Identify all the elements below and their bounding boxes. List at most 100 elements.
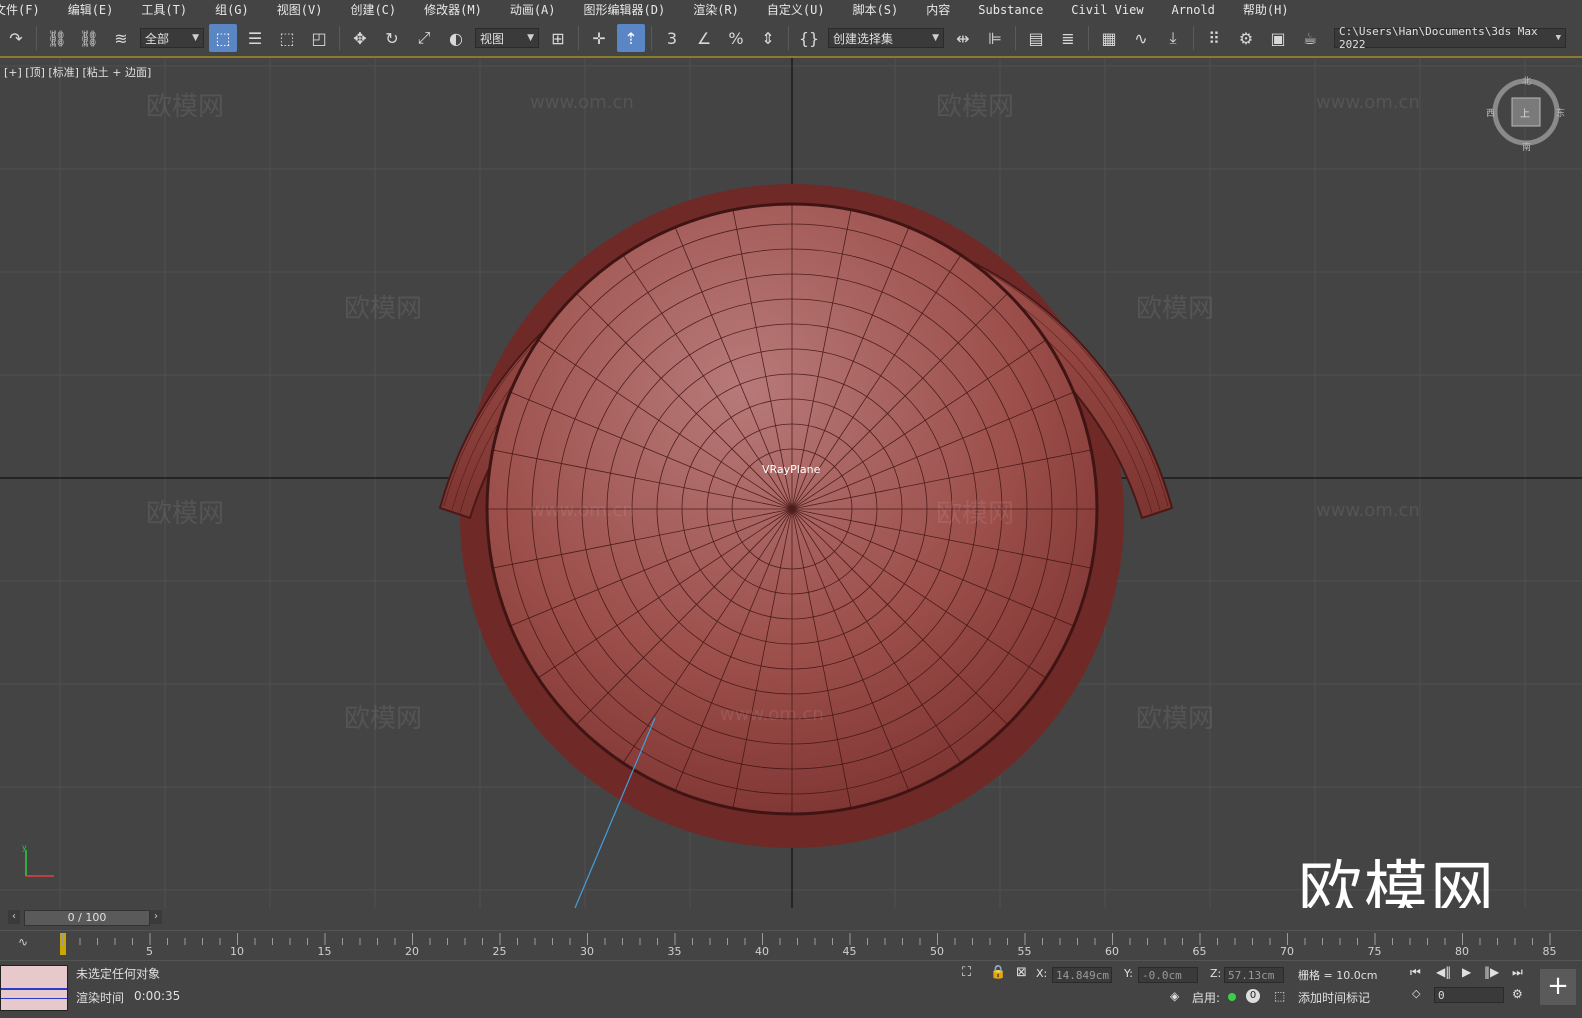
menu-item[interactable]: 视图(V)	[263, 0, 337, 20]
menu-item[interactable]: 文件(F)	[0, 0, 54, 20]
menu-item[interactable]: 帮助(H)	[1229, 0, 1303, 20]
prev-key-icon[interactable]: ◀‖	[1436, 965, 1451, 979]
tick-label: 5	[146, 945, 153, 958]
viewport-top[interactable]: y [+] [顶] [标准] [粘土 + 边面] 欧模网 www.om.cn 欧…	[0, 58, 1582, 908]
redo-icon[interactable]: ↷	[2, 24, 30, 52]
link-icon[interactable]: ⛓	[43, 24, 71, 52]
viewcube-west[interactable]: 西	[1486, 106, 1495, 119]
angle-snap-icon[interactable]: ∠	[690, 24, 718, 52]
spinner-snap-icon[interactable]: ⇕	[754, 24, 782, 52]
reference-coordinate-dropdown[interactable]: 视图 ▼	[475, 28, 539, 48]
viewcube-south[interactable]: 南	[1522, 140, 1531, 153]
render-icon[interactable]: ☕	[1296, 24, 1324, 52]
watermark: 欧模网	[146, 92, 225, 122]
place-icon[interactable]: ◐	[442, 24, 470, 52]
time-tag-icon[interactable]: ⬚	[1274, 989, 1285, 1003]
menu-item[interactable]: 组(G)	[201, 0, 263, 20]
project-path-dropdown[interactable]: C:\Users\Han\Documents\3ds Max 2022 ▼	[1334, 25, 1566, 51]
z-coordinate-field[interactable]: 57.13cm	[1224, 967, 1284, 983]
goto-end-icon[interactable]: ⏭	[1512, 965, 1523, 980]
next-frame-icon[interactable]: ›	[150, 910, 162, 924]
viewport-label[interactable]: [+] [顶] [标准] [粘土 + 边面]	[4, 64, 151, 80]
time-slider[interactable]: 0 / 100	[24, 910, 150, 926]
tick-label: 20	[405, 945, 419, 958]
keyboard-shortcut-override-icon[interactable]: ⇡	[617, 24, 645, 52]
isolate-selection-icon[interactable]: ⛶	[962, 965, 971, 980]
main-toolbar: ↷ ⛓ ⛓ ≋ 全部 ▼ ⬚ ☰ ⬚ ◰ ✥ ↻ ⤢ ◐ 视图 ▼ ⊞ ✛ ⇡ 3 …	[0, 20, 1582, 58]
menu-bar: 文件(F) 编辑(E) 工具(T) 组(G) 视图(V) 创建(C) 修改器(M) 动画(A)…	[0, 0, 1582, 20]
enable-count: 0	[1246, 989, 1260, 1003]
render-frame-icon[interactable]: ▣	[1264, 24, 1292, 52]
viewcube-north[interactable]: 北	[1522, 74, 1531, 87]
watermark: 欧模网	[1136, 704, 1215, 734]
menu-item[interactable]: 编辑(E)	[54, 0, 128, 20]
named-selection-placeholder: 创建选择集	[833, 31, 894, 46]
select-icon[interactable]: ⬚	[209, 24, 237, 52]
x-label: X:	[1036, 967, 1048, 980]
watermark: www.om.cn	[530, 92, 634, 113]
tick-label: 15	[317, 945, 332, 958]
y-coordinate-field[interactable]: -0.0cm	[1138, 967, 1198, 983]
lock-icon[interactable]: 🔒	[990, 965, 1006, 980]
select-manipulate-icon[interactable]: ✛	[585, 24, 613, 52]
menu-item[interactable]: 修改器(M)	[410, 0, 496, 20]
goto-start-icon[interactable]: ⏮	[1410, 965, 1421, 980]
curve-editor-icon[interactable]: ∿	[1127, 24, 1155, 52]
move-icon[interactable]: ✥	[346, 24, 374, 52]
selection-filter-dropdown[interactable]: 全部 ▼	[140, 28, 204, 48]
snap-3-icon[interactable]: 3	[658, 24, 686, 52]
scene-explorer-icon[interactable]: ▦	[1095, 24, 1123, 52]
track-bar[interactable]: ∿ 5 10 15 20 25 30 35 40 45 50 55 60 65 70 75 80 85	[0, 930, 1582, 961]
toolbar-divider	[339, 26, 340, 50]
menu-item[interactable]: 脚本(S)	[839, 0, 913, 20]
toolbar-divider	[1193, 26, 1194, 50]
mirror-icon[interactable]: ⇹	[949, 24, 977, 52]
render-setup-icon[interactable]: ⚙	[1232, 24, 1260, 52]
rect-region-icon[interactable]: ⬚	[273, 24, 301, 52]
menu-item[interactable]: 创建(C)	[336, 0, 410, 20]
menu-item[interactable]: Arnold	[1158, 0, 1229, 20]
window-crossing-icon[interactable]: ◰	[305, 24, 333, 52]
menu-item[interactable]: 渲染(R)	[679, 0, 753, 20]
maxscript-listener-mini[interactable]	[0, 965, 68, 1011]
ribbon-icon[interactable]: ≣	[1054, 24, 1082, 52]
menu-item[interactable]: 自定义(U)	[753, 0, 839, 20]
toolbar-divider	[651, 26, 652, 50]
lock-time-icon[interactable]: ◈	[1170, 989, 1179, 1003]
edit-named-selection-icon[interactable]: {}	[795, 24, 823, 52]
add-button[interactable]: +	[1540, 969, 1576, 1005]
pivot-center-icon[interactable]: ⊞	[544, 24, 572, 52]
scale-icon[interactable]: ⤢	[410, 24, 438, 52]
object-name-label[interactable]: VRayPlane	[762, 463, 820, 476]
rotate-icon[interactable]: ↻	[378, 24, 406, 52]
frame-spinner-icon[interactable]: ◇	[1412, 987, 1420, 1000]
current-frame-field[interactable]: 0	[1434, 987, 1504, 1003]
percent-snap-icon[interactable]: %	[722, 24, 750, 52]
add-time-tag-link[interactable]: 添加时间标记	[1298, 989, 1370, 1006]
brand-logo: 欧模网	[1298, 855, 1496, 908]
transform-mode-icon[interactable]: ⊠	[1016, 965, 1027, 980]
dope-sheet-icon[interactable]: ⤓	[1159, 24, 1187, 52]
schematic-icon[interactable]: ⠿	[1200, 24, 1228, 52]
select-by-name-icon[interactable]: ☰	[241, 24, 269, 52]
play-icon[interactable]: ▶	[1462, 965, 1471, 979]
prev-frame-icon[interactable]: ‹	[8, 910, 20, 924]
next-key-icon[interactable]: ‖▶	[1484, 965, 1499, 979]
menu-item[interactable]: Substance	[964, 0, 1057, 20]
tick-label: 65	[1192, 945, 1207, 958]
menu-item[interactable]: 动画(A)	[496, 0, 570, 20]
viewcube-top[interactable]: 上	[1520, 105, 1530, 120]
curve-editor-mini-icon[interactable]: ∿	[18, 935, 28, 949]
menu-item[interactable]: 图形编辑器(D)	[570, 0, 680, 20]
viewcube-east[interactable]: 东	[1556, 106, 1565, 119]
menu-item[interactable]: Civil View	[1057, 0, 1157, 20]
layer-icon[interactable]: ▤	[1022, 24, 1050, 52]
x-coordinate-field[interactable]: 14.849cm	[1052, 967, 1112, 983]
named-selection-dropdown[interactable]: 创建选择集 ▼	[828, 28, 944, 48]
menu-item[interactable]: 工具(T)	[127, 0, 201, 20]
align-icon[interactable]: ⊫	[981, 24, 1009, 52]
unlink-icon[interactable]: ⛓	[75, 24, 103, 52]
menu-item[interactable]: 内容	[912, 0, 964, 20]
bind-space-warp-icon[interactable]: ≋	[107, 24, 135, 52]
time-config-icon[interactable]: ⚙	[1512, 987, 1523, 1001]
